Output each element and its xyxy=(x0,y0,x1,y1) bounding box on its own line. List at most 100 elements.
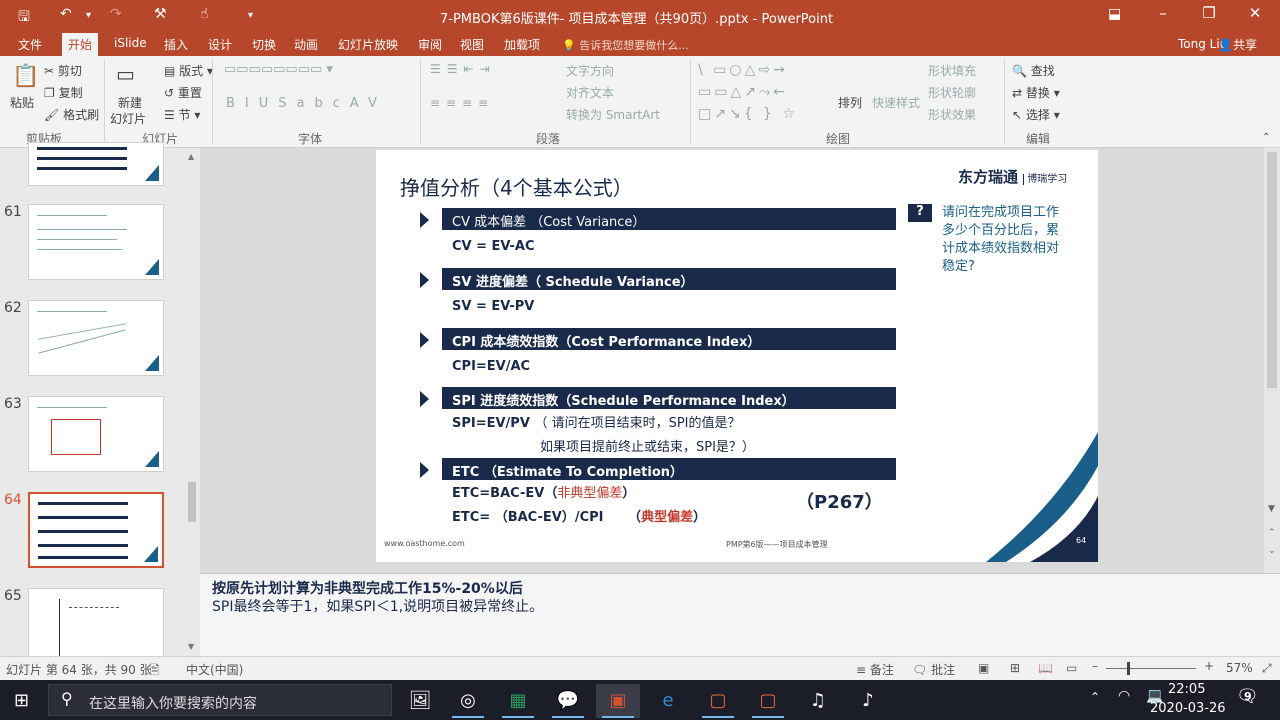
undo-dropdown-icon[interactable]: ▾ xyxy=(86,10,91,21)
reset-button[interactable]: ↺ 重置 xyxy=(164,84,202,101)
select-button[interactable]: ↖ 选择 ▾ xyxy=(1012,106,1060,123)
cut-button[interactable]: ✂ 剪切 xyxy=(44,62,82,79)
camtasia-icon[interactable]: ▢ xyxy=(696,684,740,718)
font-name-dropdown[interactable]: ▭▭▭▭▭▭▭▭ ▾ xyxy=(224,62,333,77)
tab-animations[interactable]: 动画 xyxy=(294,36,318,53)
align-buttons[interactable]: ≡≡≡≡ xyxy=(430,96,494,110)
tab-transitions[interactable]: 切换 xyxy=(252,36,276,53)
tab-islide[interactable]: iSlide xyxy=(114,36,147,50)
find-button[interactable]: 🔍 查找 xyxy=(1012,62,1055,79)
quick-styles-button[interactable]: 快速样式 xyxy=(872,94,920,111)
slide-thumbnail-62[interactable] xyxy=(28,300,164,376)
powerpoint-icon[interactable]: ▣ xyxy=(596,684,640,718)
scroll-down-icon[interactable]: ▼ xyxy=(188,642,194,651)
close-icon[interactable]: ✕ xyxy=(1232,4,1278,22)
slide-thumbnail-63[interactable] xyxy=(28,396,164,472)
touch-mode-icon[interactable]: ☝ xyxy=(200,6,209,22)
prev-slide-icon[interactable]: ⌃ xyxy=(1268,528,1276,538)
app-screenshot-icon[interactable]: 🖼 xyxy=(398,684,442,718)
shapes-gallery-row3[interactable]: □↗↘{ } ☆ xyxy=(698,106,798,122)
shapes-gallery[interactable]: \ ▭○△⇨→ xyxy=(698,62,788,78)
language-indicator[interactable]: 中文(中国) xyxy=(186,661,243,678)
notes-pane[interactable]: 按原先计划计算为非典型完成工作15%-20%以后 SPI最终会等于1，如果SPI… xyxy=(200,573,1280,656)
scroll-thumb[interactable] xyxy=(1267,152,1277,388)
normal-view-icon[interactable]: ▣ xyxy=(978,661,989,675)
new-slide-icon[interactable]: ▭ xyxy=(116,62,135,86)
taskbar-search-box[interactable]: ⚲ 在这里输入你要搜索的内容 xyxy=(48,684,392,716)
wifi-icon[interactable]: ◠ xyxy=(1118,688,1130,704)
copy-button[interactable]: ❐ 复制 xyxy=(44,84,83,101)
ribbon-display-icon[interactable]: ⬓ xyxy=(1108,6,1121,22)
reading-view-icon[interactable]: 📖 xyxy=(1038,661,1053,675)
zoom-level[interactable]: 57% xyxy=(1226,661,1253,675)
tab-file[interactable]: 文件 xyxy=(18,36,42,53)
tray-expand-icon[interactable]: ⌃ xyxy=(1090,690,1100,704)
excel-icon[interactable]: ▦ xyxy=(496,684,540,718)
tab-review[interactable]: 审阅 xyxy=(418,36,442,53)
edge-icon[interactable]: e xyxy=(646,684,690,718)
smartart-button[interactable]: 转换为 SmartArt xyxy=(566,106,660,123)
slide-sorter-icon[interactable]: ⊞ xyxy=(1010,661,1020,675)
spellcheck-icon[interactable]: 🖹 xyxy=(150,661,160,682)
thumbnails-scrollbar[interactable]: ▲ ▼ xyxy=(186,148,198,656)
new-slide-label2[interactable]: 幻灯片 xyxy=(110,110,146,127)
tell-me-search[interactable]: 💡 告诉我您想要做什么... xyxy=(562,37,689,53)
slide-thumbnail-64-selected[interactable] xyxy=(28,492,164,568)
tab-view[interactable]: 视图 xyxy=(460,36,484,53)
shape-outline-button[interactable]: 形状轮廓 xyxy=(928,84,976,101)
chrome-icon[interactable]: ◎ xyxy=(446,684,490,718)
zoom-slider[interactable] xyxy=(1106,668,1196,669)
slide-thumbnail-61[interactable] xyxy=(28,204,164,280)
slide-thumbnail-65[interactable] xyxy=(28,588,164,664)
arrange-button[interactable]: 排列 xyxy=(838,94,862,111)
zoom-in-icon[interactable]: + xyxy=(1204,659,1214,673)
shape-effects-button[interactable]: 形状效果 xyxy=(928,106,976,123)
align-text-button[interactable]: 对齐文本 xyxy=(566,84,614,101)
next-slide-icon[interactable]: ⌄ xyxy=(1268,546,1276,556)
replace-button[interactable]: ⇄ 替换 ▾ xyxy=(1012,84,1060,101)
paste-icon[interactable]: 📋 xyxy=(12,64,39,89)
restore-icon[interactable]: ❐ xyxy=(1186,4,1232,22)
slide-canvas[interactable]: 挣值分析（4个基本公式） 东方瑞通 博瑞学习 CV 成本偏差 （Cost Var… xyxy=(376,150,1098,562)
tab-addins[interactable]: 加载项 xyxy=(504,36,540,53)
list-buttons[interactable]: ☰☰⇤⇥ xyxy=(430,62,496,76)
music-player-icon[interactable]: ♪ xyxy=(846,684,890,718)
wechat-icon[interactable]: 💬 xyxy=(546,684,590,718)
camtasia-recorder-icon[interactable]: ▢ xyxy=(746,684,790,718)
tab-insert[interactable]: 插入 xyxy=(164,36,188,53)
font-format-buttons[interactable]: BIUSabcAV xyxy=(226,96,387,111)
scroll-up-icon[interactable]: ▲ xyxy=(188,152,194,161)
comments-toggle[interactable]: 🗨 批注 xyxy=(912,661,955,678)
collapse-ribbon-icon[interactable]: ⌃ xyxy=(1262,132,1270,143)
clock-time[interactable]: 22:05 xyxy=(1168,682,1205,697)
shape-fill-button[interactable]: 形状填充 xyxy=(928,62,976,79)
scroll-down-icon[interactable]: ▼ xyxy=(1268,504,1275,514)
tab-slideshow[interactable]: 幻灯片放映 xyxy=(338,36,398,53)
paste-button[interactable]: 粘贴 xyxy=(10,94,34,111)
slide-thumbnail-60[interactable] xyxy=(28,142,164,186)
windows-start-icon[interactable]: ⊞ xyxy=(14,690,29,711)
zoom-slider-thumb[interactable] xyxy=(1127,662,1130,675)
layout-button[interactable]: ▤ 版式 ▾ xyxy=(164,62,213,79)
scroll-thumb[interactable] xyxy=(188,482,196,522)
tab-home[interactable]: 开始 xyxy=(62,33,99,56)
new-slide-button[interactable]: 新建 xyxy=(118,94,142,111)
notes-toggle[interactable]: ≡ 备注 xyxy=(856,661,894,678)
format-painter-qa-icon[interactable]: ⚒ xyxy=(154,6,167,22)
slideshow-view-icon[interactable]: ▭ xyxy=(1066,661,1077,675)
share-button[interactable]: 👤共享 xyxy=(1218,36,1257,53)
fit-to-window-icon[interactable]: ⤢ xyxy=(1262,661,1272,676)
text-direction-button[interactable]: 文字方向 xyxy=(566,62,614,79)
music-app-icon[interactable]: ♫ xyxy=(796,684,840,718)
slide-scrollbar[interactable]: ▼ ⌃ ⌄ xyxy=(1264,148,1280,573)
minimize-icon[interactable]: – xyxy=(1140,4,1186,22)
shapes-gallery-row2[interactable]: ▭▭△↗⤳← xyxy=(698,84,788,100)
save-icon[interactable]: 🖫 xyxy=(18,6,30,30)
zoom-out-icon[interactable]: – xyxy=(1092,659,1098,673)
undo-icon[interactable]: ↶ xyxy=(60,6,72,22)
format-painter-button[interactable]: 🖌 格式刷 xyxy=(44,106,99,123)
section-button[interactable]: ☰ 节 ▾ xyxy=(164,106,200,123)
customize-qa-icon[interactable]: ▾ xyxy=(248,10,253,21)
tab-design[interactable]: 设计 xyxy=(208,36,232,53)
clock-date[interactable]: 2020-03-26 xyxy=(1150,701,1226,716)
